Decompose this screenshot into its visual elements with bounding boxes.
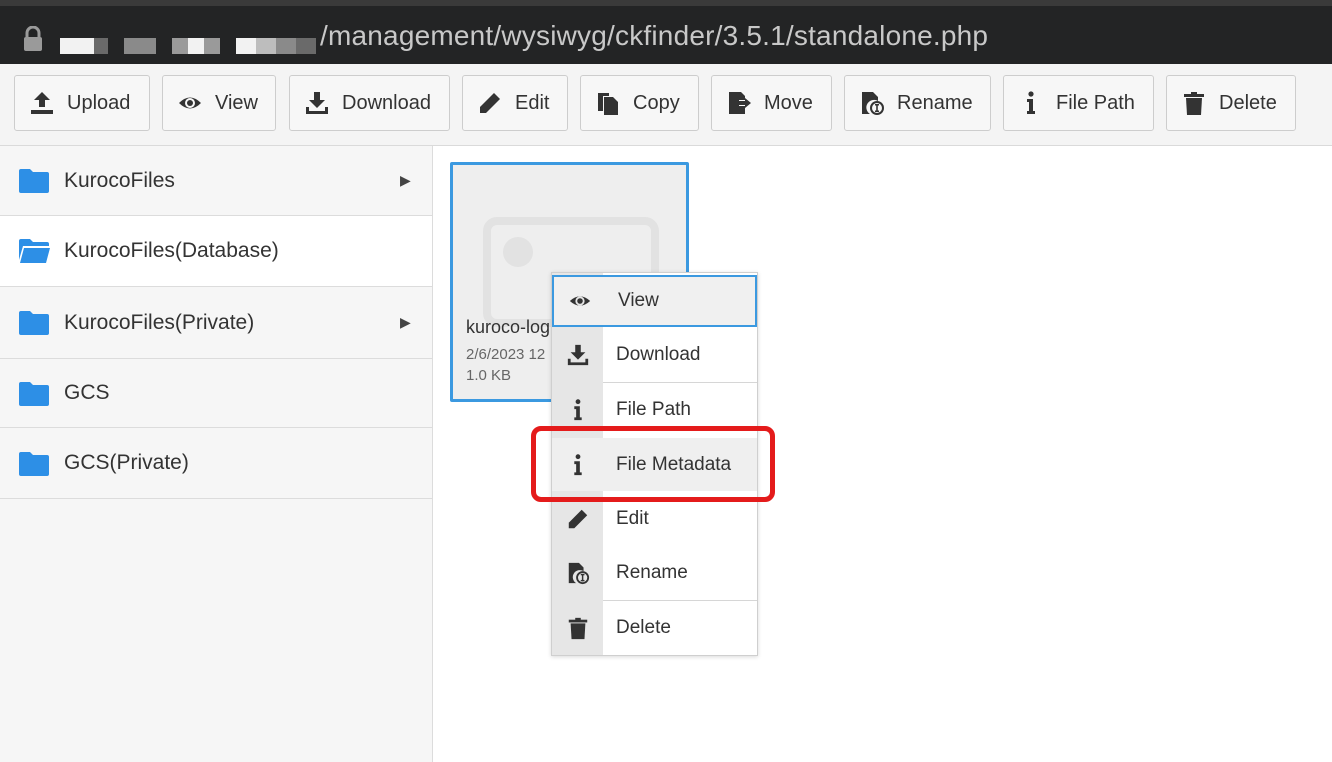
folder-icon — [19, 169, 49, 193]
copy-icon — [598, 93, 618, 115]
context-menu-label: View — [618, 290, 659, 311]
download-icon — [306, 92, 328, 114]
folder-icon — [19, 382, 49, 406]
context-menu-label: Download — [616, 344, 701, 365]
folder-label: GCS — [64, 381, 110, 404]
copy-label: Copy — [633, 91, 680, 114]
edit-label: Edit — [515, 91, 550, 114]
view-label: View — [215, 91, 258, 114]
folder-icon — [19, 452, 49, 476]
folder-label: KurocoFiles(Database) — [64, 239, 279, 262]
address-bar[interactable]: /management/wysiwyg/ckfinder/3.5.1/stand… — [0, 0, 1332, 64]
info-icon — [1027, 91, 1035, 114]
copy-button[interactable]: Copy — [580, 75, 699, 131]
file-name: kuroco-log — [466, 317, 551, 337]
file-size: 1.0 KB — [466, 367, 512, 384]
move-label: Move — [764, 91, 813, 114]
trash-icon — [1184, 92, 1204, 115]
folder-item-gcs-private[interactable]: GCS(Private) — [0, 428, 432, 499]
url-path: /management/wysiwyg/ckfinder/3.5.1/stand… — [320, 20, 989, 51]
upload-button[interactable]: Upload — [14, 75, 150, 131]
delete-button[interactable]: Delete — [1166, 75, 1296, 131]
context-menu-label: File Path — [616, 398, 691, 420]
folder-label: KurocoFiles(Private) — [64, 310, 255, 334]
move-icon — [729, 92, 751, 114]
context-menu-label: Delete — [616, 617, 671, 638]
upload-icon — [31, 92, 53, 114]
context-menu-download[interactable]: Download — [552, 329, 757, 381]
download-button[interactable]: Download — [289, 75, 450, 131]
context-menu-delete[interactable]: Delete — [552, 601, 757, 655]
context-menu-rename[interactable]: Rename — [552, 546, 757, 599]
file-path-button[interactable]: File Path — [1003, 75, 1154, 131]
delete-label: Delete — [1219, 91, 1277, 114]
folder-icon — [19, 311, 49, 335]
download-icon — [564, 341, 592, 369]
folder-item-kurocofiles-private[interactable]: KurocoFiles(Private) ▶ — [0, 287, 432, 359]
folder-item-kurocofiles[interactable]: KurocoFiles ▶ — [0, 146, 432, 216]
edit-button[interactable]: Edit — [462, 75, 568, 131]
annotation-highlight — [531, 426, 775, 502]
pencil-icon — [480, 93, 500, 113]
eye-icon — [566, 287, 594, 315]
expand-arrow-icon[interactable]: ▶ — [400, 314, 411, 331]
expand-arrow-icon[interactable]: ▶ — [400, 172, 411, 189]
trash-icon — [564, 614, 592, 642]
move-button[interactable]: Move — [711, 75, 832, 131]
toolbar: Upload View Download Edit Copy Move Rena… — [0, 64, 1332, 146]
download-label: Download — [342, 91, 431, 114]
lock-icon — [24, 26, 42, 51]
folder-label: KurocoFiles — [64, 168, 175, 192]
context-menu-label: Edit — [616, 507, 649, 529]
pencil-icon — [564, 505, 592, 533]
file-path-label: File Path — [1056, 91, 1135, 114]
rename-button[interactable]: Rename — [844, 75, 991, 131]
file-date: 2/6/2023 12 — [466, 346, 546, 363]
context-menu-label: Rename — [616, 561, 688, 583]
view-button[interactable]: View — [162, 75, 276, 131]
rename-icon — [564, 559, 592, 587]
upload-label: Upload — [67, 91, 131, 114]
rename-label: Rename — [897, 91, 973, 114]
eye-icon — [179, 97, 201, 109]
rename-icon — [862, 92, 884, 115]
folder-item-gcs[interactable]: GCS — [0, 359, 432, 428]
folder-label: GCS(Private) — [64, 451, 189, 474]
folder-open-icon — [19, 239, 50, 263]
folder-tree: KurocoFiles ▶ KurocoFiles(Database) Kuro… — [0, 146, 433, 762]
info-icon — [564, 396, 592, 424]
image-placeholder-sun — [503, 237, 533, 267]
context-menu-view[interactable]: View — [552, 275, 757, 327]
folder-item-kurocofiles-database[interactable]: KurocoFiles(Database) — [0, 216, 432, 287]
